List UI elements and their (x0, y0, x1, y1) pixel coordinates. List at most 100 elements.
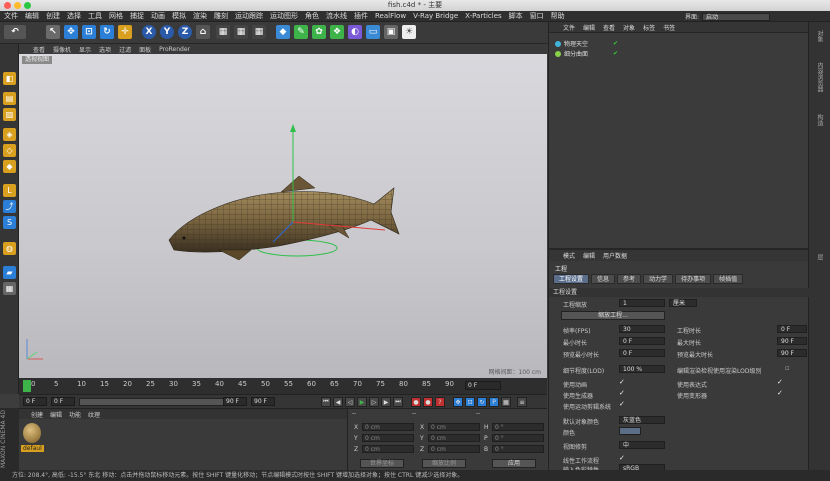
checkmark-icon[interactable]: ✔ (613, 40, 618, 47)
position-x-field[interactable]: 0 cm (362, 423, 414, 431)
obj-menu-tags[interactable]: 标签 (643, 23, 655, 32)
camera-icon[interactable]: ▣ (384, 25, 398, 39)
frame-range-slider[interactable] (79, 398, 239, 406)
vp-menu-panel[interactable]: 面板 (139, 45, 151, 54)
move-icon[interactable]: ✥ (64, 25, 78, 39)
minimize-window-button[interactable] (14, 2, 21, 9)
preview-min-field[interactable]: 0 F (619, 349, 665, 357)
use-generators-checkbox[interactable]: ✓ (619, 390, 626, 397)
workplane-icon[interactable]: ▰ (3, 266, 16, 279)
size-y-field[interactable]: 0 cm (428, 434, 480, 442)
solo-mode-icon[interactable]: S (3, 216, 16, 229)
deformer-icon[interactable]: ◐ (348, 25, 362, 39)
texture-mode-icon[interactable]: ▨ (3, 108, 16, 121)
menu-sculpt[interactable]: 雕刻 (214, 11, 228, 21)
rotation-b-field[interactable]: 0 ° (492, 445, 544, 453)
use-animation-checkbox[interactable]: ✓ (619, 379, 626, 386)
obj-menu-bookmarks[interactable]: 书签 (663, 23, 675, 32)
obj-menu-objects[interactable]: 对象 (623, 23, 635, 32)
z-axis-icon[interactable]: Z (178, 25, 192, 39)
timeline-frame-field[interactable]: 0 F (465, 381, 501, 390)
floor-icon[interactable]: ▭ (366, 25, 380, 39)
object-row-sky[interactable]: 物理天空 ✔ (555, 39, 618, 48)
menu-mesh[interactable]: 网格 (109, 11, 123, 21)
subdivision-icon[interactable]: ✿ (312, 25, 326, 39)
menu-character[interactable]: 角色 (305, 11, 319, 21)
array-icon[interactable]: ❖ (330, 25, 344, 39)
menu-animate[interactable]: 动画 (151, 11, 165, 21)
autokey-icon[interactable]: ● (423, 397, 433, 407)
scale-project-button[interactable]: 缩放工程... (561, 311, 665, 320)
default-color-dropdown[interactable]: 灰蓝色 (619, 416, 665, 424)
menu-edit[interactable]: 编辑 (25, 11, 39, 21)
menu-vray[interactable]: V-Ray Bridge (413, 12, 458, 20)
timeline-menu-icon[interactable]: ≡ (517, 397, 527, 407)
x-axis-icon[interactable]: X (142, 25, 156, 39)
menu-file[interactable]: 文件 (4, 11, 18, 21)
key-rotation-icon[interactable]: ↻ (477, 397, 487, 407)
use-motion-system-checkbox[interactable]: ✓ (619, 401, 626, 408)
material-name[interactable]: defaul (21, 445, 44, 452)
recent-tool-icon[interactable]: ✛ (118, 25, 132, 39)
view-clipping-dropdown[interactable]: 中 (619, 441, 665, 449)
light-icon[interactable]: ☀ (402, 25, 416, 39)
key-position-icon[interactable]: ✥ (453, 397, 463, 407)
vp-menu-options[interactable]: 选项 (99, 45, 111, 54)
tab-key-interpolation[interactable]: 帧插值 (713, 274, 744, 284)
attr-menu-mode[interactable]: 模式 (563, 251, 575, 260)
go-to-start-icon[interactable]: ⏮ (321, 397, 331, 407)
tab-dynamics[interactable]: 动力学 (643, 274, 674, 284)
position-y-field[interactable]: 0 cm (362, 434, 414, 442)
menu-window[interactable]: 窗口 (530, 11, 544, 21)
edges-mode-icon[interactable]: ◇ (3, 144, 16, 157)
attr-menu-edit[interactable]: 编辑 (583, 251, 595, 260)
tab-content-browser[interactable]: 内容浏览器 (815, 62, 824, 92)
max-frame-field[interactable]: 90 F (251, 397, 275, 406)
maximize-window-button[interactable] (24, 2, 31, 9)
pen-spline-icon[interactable]: ✎ (294, 25, 308, 39)
tab-structure[interactable]: 构造 (815, 114, 824, 126)
menu-script[interactable]: 脚本 (509, 11, 523, 21)
menu-motion-tracking[interactable]: 运动跟踪 (235, 11, 263, 21)
vp-menu-prorender[interactable]: ProRender (159, 46, 190, 53)
axis-mode-icon[interactable]: L (3, 184, 16, 197)
tab-reference[interactable]: 参考 (617, 274, 642, 284)
min-time-field[interactable]: 0 F (619, 337, 665, 345)
playhead[interactable] (23, 380, 31, 392)
menu-help[interactable]: 帮助 (551, 11, 565, 21)
obj-menu-view[interactable]: 查看 (603, 23, 615, 32)
obj-menu-edit[interactable]: 编辑 (583, 23, 595, 32)
undo-icon[interactable]: ↶ (4, 25, 26, 39)
cube-icon[interactable]: ◆ (276, 25, 290, 39)
world-coords-dropdown[interactable]: 世界坐标 (360, 459, 404, 468)
previous-key-icon[interactable]: ◀ (333, 397, 343, 407)
use-expressions-checkbox[interactable]: ✓ (777, 379, 784, 386)
menu-render[interactable]: 渲染 (193, 11, 207, 21)
y-axis-icon[interactable]: Y (160, 25, 174, 39)
max-time-field[interactable]: 90 F (777, 337, 807, 345)
checkmark-icon[interactable]: ✔ (613, 50, 618, 57)
rotation-h-field[interactable]: 0 ° (492, 423, 544, 431)
duration-field[interactable]: 0 F (777, 325, 807, 333)
polygons-mode-icon[interactable]: ◆ (3, 160, 16, 173)
color-swatch[interactable] (619, 427, 641, 435)
close-window-button[interactable] (4, 2, 11, 9)
coordinate-system-icon[interactable]: ⌂ (196, 25, 210, 39)
model-mode-icon[interactable]: ▤ (3, 92, 16, 105)
apply-button[interactable]: 应用 (492, 459, 536, 468)
menu-simulate[interactable]: 模拟 (172, 11, 186, 21)
tab-info[interactable]: 信息 (591, 274, 616, 284)
tab-todo[interactable]: 待办事项 (675, 274, 712, 284)
go-to-end-icon[interactable]: ⏭ (393, 397, 403, 407)
use-deformers-checkbox[interactable]: ✓ (777, 390, 784, 397)
play-icon[interactable]: ▶ (357, 397, 367, 407)
menu-realflow[interactable]: RealFlow (375, 12, 406, 20)
menu-xparticles[interactable]: X-Particles (465, 12, 501, 20)
mat-menu-create[interactable]: 创建 (31, 410, 43, 419)
vp-menu-view[interactable]: 查看 (33, 45, 45, 54)
menu-mograph[interactable]: 运动图形 (270, 11, 298, 21)
size-x-field[interactable]: 0 cm (428, 423, 480, 431)
next-frame-icon[interactable]: ▷ (369, 397, 379, 407)
material-swatch[interactable] (23, 423, 41, 443)
lod-field[interactable]: 100 % (619, 365, 665, 373)
